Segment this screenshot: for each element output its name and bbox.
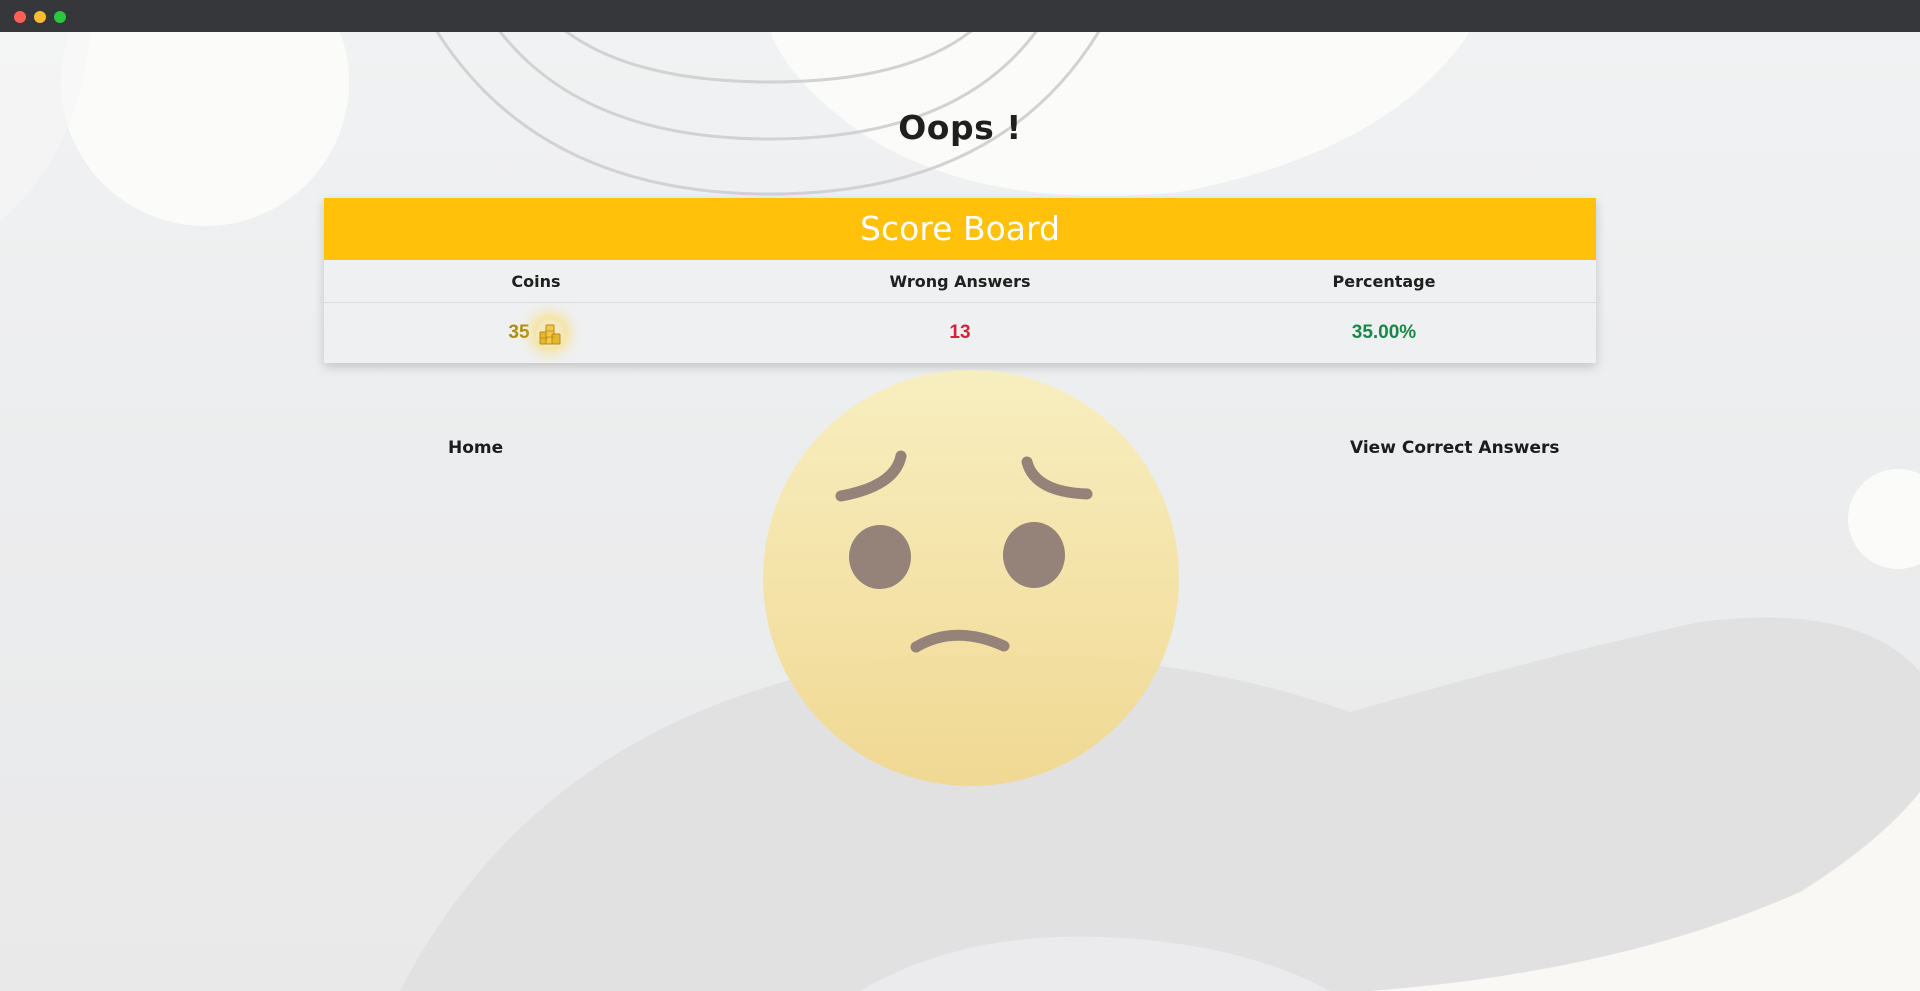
view-correct-answers-link[interactable]: View Correct Answers xyxy=(1350,438,1560,458)
page-title: Oops ! xyxy=(898,108,1022,147)
coins-cell: 35 xyxy=(324,303,748,363)
percentage-value: 35.00% xyxy=(1351,322,1417,343)
maximize-window-button[interactable] xyxy=(54,11,66,23)
app-window: Oops ! Score Board Coins Wrong Answers P… xyxy=(0,0,1920,991)
scoreboard-values-row: 35 13 35.00% xyxy=(324,303,1596,363)
window-titlebar xyxy=(0,0,1920,32)
column-header-wrong-answers: Wrong Answers xyxy=(889,271,1031,291)
minimize-window-button[interactable] xyxy=(34,11,46,23)
scoreboard-card: Score Board Coins Wrong Answers Percenta… xyxy=(324,198,1596,363)
wrong-answers-cell: 13 xyxy=(748,303,1172,363)
column-header-percentage: Percentage xyxy=(1332,271,1436,291)
scoreboard-header: Score Board xyxy=(324,198,1596,260)
sad-face-icon xyxy=(763,370,1179,786)
wrong-answers-value: 13 xyxy=(949,322,971,343)
home-link[interactable]: Home xyxy=(448,438,503,458)
coins-stack-icon xyxy=(535,319,564,347)
page-content: Oops ! Score Board Coins Wrong Answers P… xyxy=(0,32,1920,991)
close-window-button[interactable] xyxy=(14,11,26,23)
scoreboard-column-headers: Coins Wrong Answers Percentage xyxy=(324,260,1596,303)
coins-value: 35 xyxy=(508,322,530,343)
column-header-coins: Coins xyxy=(511,271,561,291)
bg-circle-right xyxy=(1848,469,1920,569)
percentage-cell: 35.00% xyxy=(1172,303,1596,363)
